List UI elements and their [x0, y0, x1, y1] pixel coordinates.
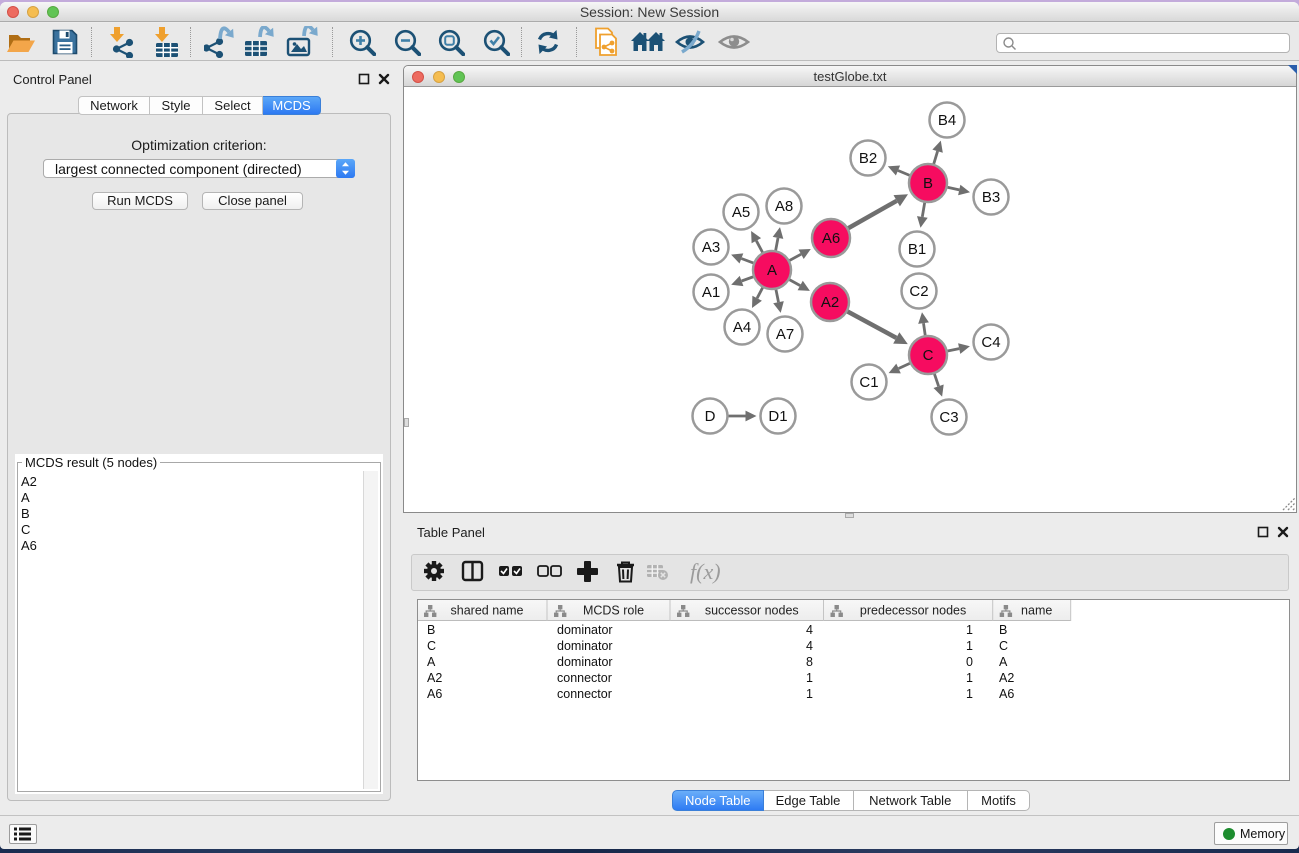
svg-text:A5: A5 [732, 204, 750, 221]
svg-text:MCDS role: MCDS role [583, 604, 644, 618]
svg-text:1: 1 [966, 671, 973, 685]
svg-text:B: B [427, 623, 435, 637]
svg-text:connector: connector [557, 671, 612, 685]
svg-text:A: A [767, 262, 777, 279]
svg-text:C3: C3 [939, 409, 958, 426]
svg-text:D1: D1 [768, 408, 787, 425]
svg-text:f(x): f(x) [690, 559, 721, 584]
svg-text:D: D [705, 408, 716, 425]
svg-text:C1: C1 [859, 374, 878, 391]
svg-text:C: C [999, 639, 1008, 653]
svg-text:1: 1 [966, 623, 973, 637]
svg-text:0: 0 [966, 655, 973, 669]
svg-text:connector: connector [557, 687, 612, 701]
svg-text:A2: A2 [427, 671, 442, 685]
svg-text:A7: A7 [776, 326, 794, 343]
svg-text:C4: C4 [981, 334, 1000, 351]
svg-text:1: 1 [966, 687, 973, 701]
svg-text:1: 1 [966, 639, 973, 653]
svg-text:name: name [1021, 604, 1052, 618]
svg-text:A3: A3 [702, 239, 720, 256]
svg-text:A: A [999, 655, 1008, 669]
svg-text:C: C [923, 347, 934, 364]
svg-text:C2: C2 [909, 283, 928, 300]
svg-text:A1: A1 [702, 284, 720, 301]
svg-text:1: 1 [806, 687, 813, 701]
svg-text:A6: A6 [999, 687, 1014, 701]
svg-text:A: A [427, 655, 436, 669]
svg-text:B: B [923, 175, 933, 192]
svg-text:A2: A2 [999, 671, 1014, 685]
svg-text:1: 1 [806, 671, 813, 685]
svg-text:B1: B1 [908, 241, 926, 258]
svg-text:4: 4 [806, 639, 813, 653]
svg-text:A2: A2 [821, 294, 839, 311]
svg-text:8: 8 [806, 655, 813, 669]
svg-text:B: B [999, 623, 1007, 637]
svg-text:predecessor nodes: predecessor nodes [860, 604, 966, 618]
svg-text:dominator: dominator [557, 655, 613, 669]
svg-text:successor nodes: successor nodes [705, 604, 799, 618]
svg-text:dominator: dominator [557, 639, 613, 653]
svg-text:A6: A6 [822, 230, 840, 247]
svg-text:4: 4 [806, 623, 813, 637]
svg-text:dominator: dominator [557, 623, 613, 637]
svg-text:A4: A4 [733, 319, 751, 336]
svg-text:B2: B2 [859, 150, 877, 167]
svg-text:shared name: shared name [451, 604, 524, 618]
svg-text:A8: A8 [775, 198, 793, 215]
svg-text:C: C [427, 639, 436, 653]
svg-text:A6: A6 [427, 687, 442, 701]
svg-text:B4: B4 [938, 112, 956, 129]
svg-text:B3: B3 [982, 189, 1000, 206]
